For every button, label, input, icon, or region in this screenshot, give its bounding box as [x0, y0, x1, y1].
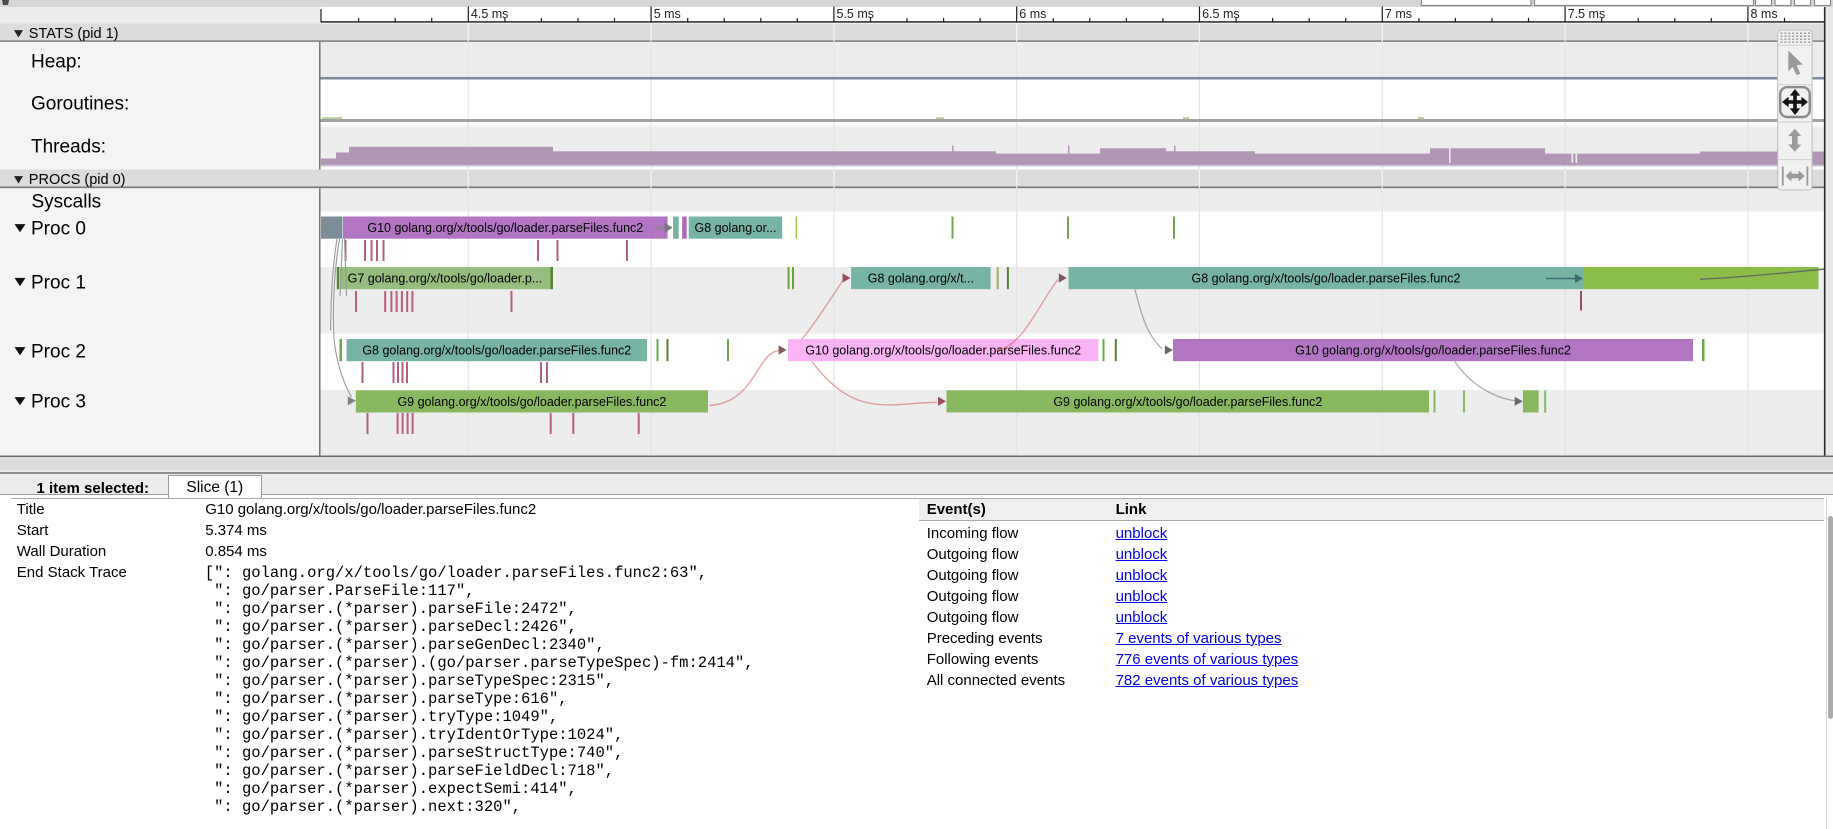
svg-text:7.5 ms: 7.5 ms — [1568, 7, 1606, 21]
svg-text:G10 golang.org/x/tools/go/load: G10 golang.org/x/tools/go/loader.parseFi… — [805, 344, 1081, 358]
svg-text:6.5 ms: 6.5 ms — [1202, 7, 1240, 21]
svg-text:STATS (pid 1): STATS (pid 1) — [29, 26, 119, 42]
svg-text:7 ms: 7 ms — [1385, 7, 1412, 21]
svg-text:8 ms: 8 ms — [1751, 7, 1778, 21]
svg-text:Proc 2: Proc 2 — [31, 342, 86, 363]
svg-text:Proc 0: Proc 0 — [31, 219, 86, 240]
svg-text:4.5 ms: 4.5 ms — [471, 7, 509, 21]
svg-text:Proc 1: Proc 1 — [31, 272, 86, 293]
svg-text:G8 golang.org/x/tools/go/loade: G8 golang.org/x/tools/go/loader.parseFil… — [362, 344, 631, 358]
svg-text:PROCS (pid 0): PROCS (pid 0) — [29, 172, 126, 188]
svg-text:Goroutines:: Goroutines: — [31, 94, 129, 115]
svg-text:6 ms: 6 ms — [1019, 7, 1046, 21]
svg-text:5.5 ms: 5.5 ms — [837, 7, 875, 21]
svg-text:G8 golang.or...: G8 golang.or... — [694, 221, 776, 235]
svg-text:Syscalls: Syscalls — [32, 192, 102, 213]
svg-text:G8 golang.org/x/tools/go/loade: G8 golang.org/x/tools/go/loader.parseFil… — [1192, 272, 1461, 286]
svg-text:G9 golang.org/x/tools/go/loade: G9 golang.org/x/tools/go/loader.parseFil… — [1053, 395, 1322, 409]
svg-text:G8 golang.org/x/t...: G8 golang.org/x/t... — [868, 272, 974, 286]
svg-text:Threads:: Threads: — [31, 137, 106, 158]
svg-text:Heap:: Heap: — [31, 52, 82, 73]
svg-text:G10 golang.org/x/tools/go/load: G10 golang.org/x/tools/go/loader.parseFi… — [367, 221, 643, 235]
svg-text:G10 golang.org/x/tools/go/load: G10 golang.org/x/tools/go/loader.parseFi… — [1295, 344, 1571, 358]
svg-text:Proc 3: Proc 3 — [31, 392, 86, 413]
svg-text:G7 golang.org/x/tools/go/loade: G7 golang.org/x/tools/go/loader.p... — [348, 272, 543, 286]
svg-text:G9 golang.org/x/tools/go/loade: G9 golang.org/x/tools/go/loader.parseFil… — [397, 395, 666, 409]
svg-text:5 ms: 5 ms — [654, 7, 681, 21]
